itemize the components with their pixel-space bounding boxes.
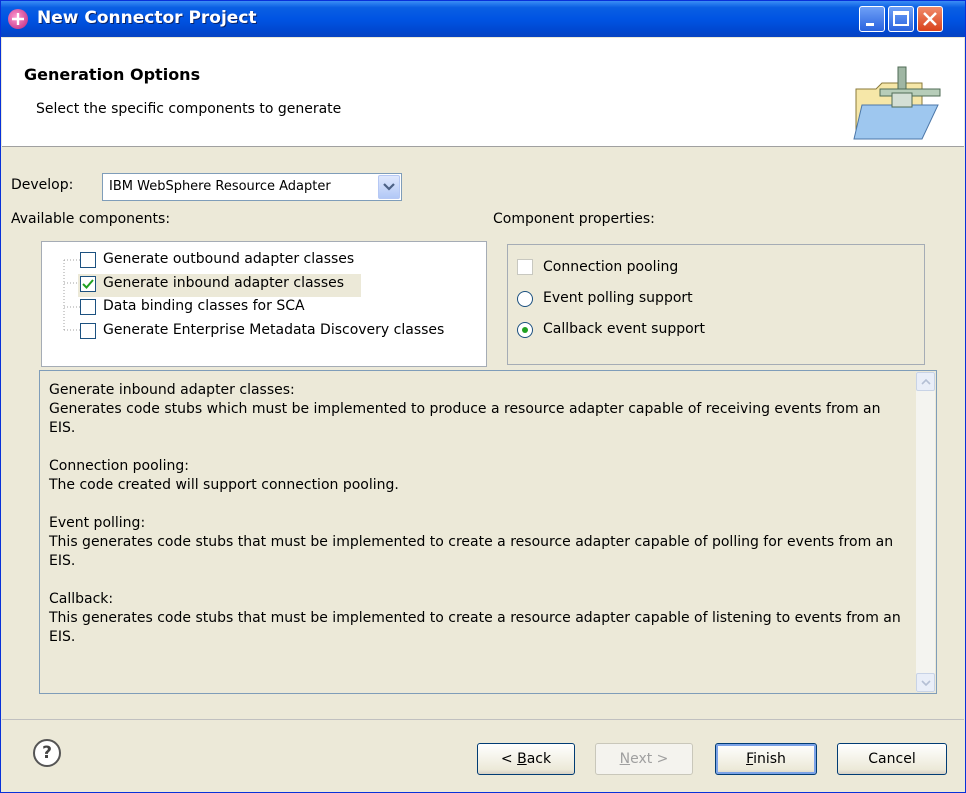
page-title: Generation Options xyxy=(24,65,201,84)
back-rest: ack xyxy=(526,751,552,767)
outbound-label[interactable]: Generate outbound adapter classes xyxy=(103,251,354,267)
maximize-button[interactable] xyxy=(888,6,914,32)
inbound-label[interactable]: Generate inbound adapter classes xyxy=(103,275,344,291)
vertical-scrollbar[interactable] xyxy=(916,372,935,692)
scroll-down-icon xyxy=(921,680,931,687)
dialog-window: New Connector Project Generation Options… xyxy=(0,0,966,793)
cancel-button[interactable]: Cancel xyxy=(837,743,947,775)
dropdown-arrow-icon xyxy=(383,183,395,191)
folder-connector-icon xyxy=(853,66,941,140)
data-binding-checkbox[interactable] xyxy=(80,299,96,315)
window-title: New Connector Project xyxy=(37,8,257,28)
footer-separator xyxy=(2,719,964,720)
scroll-up-icon xyxy=(921,378,931,385)
finish-rest: inish xyxy=(753,751,786,767)
develop-combo-value: IBM WebSphere Resource Adapter xyxy=(109,179,331,194)
back-button[interactable]: < Back xyxy=(477,743,575,775)
develop-label: Develop: xyxy=(11,177,74,193)
component-properties-label: Component properties: xyxy=(493,211,655,227)
description-text-area[interactable]: Generate inbound adapter classes: Genera… xyxy=(39,370,937,694)
available-components-label: Available components: xyxy=(11,211,171,227)
maximize-icon xyxy=(893,11,909,26)
back-prefix: < xyxy=(500,751,518,767)
close-icon xyxy=(923,12,937,26)
next-mnemonic: N xyxy=(619,751,631,767)
back-mnemonic: B xyxy=(517,751,527,767)
cancel-label: Cancel xyxy=(868,751,916,767)
app-icon xyxy=(8,9,28,29)
connection-pooling-label[interactable]: Connection pooling xyxy=(543,259,678,275)
help-button[interactable]: ? xyxy=(33,739,61,767)
connection-pooling-checkbox[interactable] xyxy=(517,259,533,275)
event-polling-label[interactable]: Event polling support xyxy=(543,290,693,306)
scroll-down-button[interactable] xyxy=(916,673,935,692)
scroll-up-button[interactable] xyxy=(916,372,935,391)
page-description: Select the specific components to genera… xyxy=(36,101,342,117)
emd-label[interactable]: Generate Enterprise Metadata Discovery c… xyxy=(103,322,444,338)
checkmark-icon xyxy=(82,279,94,289)
finish-button[interactable]: Finish xyxy=(715,743,817,775)
title-bar[interactable]: New Connector Project xyxy=(1,1,965,37)
next-rest: ext > xyxy=(630,751,669,767)
develop-combo[interactable]: IBM WebSphere Resource Adapter xyxy=(102,173,402,201)
develop-combo-button[interactable] xyxy=(378,175,400,199)
data-binding-label[interactable]: Data binding classes for SCA xyxy=(103,298,305,314)
description-text: Generate inbound adapter classes: Genera… xyxy=(49,382,901,645)
callback-event-label[interactable]: Callback event support xyxy=(543,321,705,337)
close-button[interactable] xyxy=(917,6,943,32)
emd-checkbox[interactable] xyxy=(80,323,96,339)
help-icon: ? xyxy=(42,743,52,763)
outbound-checkbox[interactable] xyxy=(80,252,96,268)
wizard-header: Generation Options Select the specific c… xyxy=(2,38,964,147)
event-polling-radio[interactable] xyxy=(517,291,533,307)
inbound-checkbox[interactable] xyxy=(80,276,96,292)
callback-event-radio[interactable] xyxy=(517,322,533,338)
minimize-button[interactable] xyxy=(859,6,885,32)
next-button[interactable]: Next > xyxy=(595,743,693,775)
minimize-icon xyxy=(866,23,874,26)
